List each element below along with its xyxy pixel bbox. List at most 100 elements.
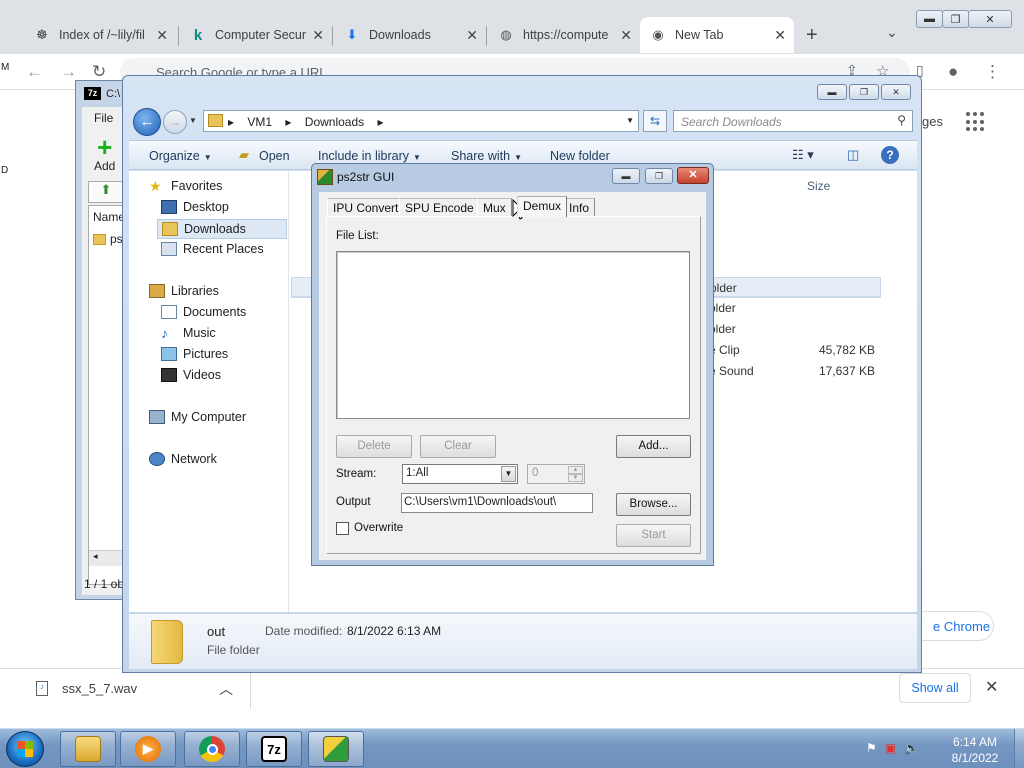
minimize-button[interactable]: ▬ xyxy=(817,84,847,100)
overwrite-label[interactable]: Overwrite xyxy=(354,522,403,534)
shortcut-label-partial[interactable]: ges xyxy=(922,114,943,129)
network-status-icon[interactable]: ▣ xyxy=(885,741,896,755)
taskbar-chrome[interactable] xyxy=(184,731,240,767)
back-arrow-icon[interactable]: ← xyxy=(26,62,43,82)
stream-index-stepper[interactable]: 0 ▲ ▼ xyxy=(527,464,585,484)
customize-chrome-button[interactable]: e Chrome xyxy=(910,611,994,641)
chrome-minimize-button[interactable]: ▬ xyxy=(916,10,943,28)
preview-pane-icon[interactable]: ◫ xyxy=(847,147,859,163)
new-tab-button[interactable]: + xyxy=(806,24,818,47)
volume-icon[interactable]: 🔈 xyxy=(904,741,919,755)
start-button[interactable] xyxy=(6,731,44,767)
tab-close-icon[interactable]: ✕ xyxy=(774,27,786,44)
nav-item-network[interactable]: Network xyxy=(149,452,217,466)
chrome-tab-newtab[interactable]: ◉ New Tab ✕ xyxy=(640,17,794,53)
chrome-tab-compute[interactable]: ◍ https://compute ✕ xyxy=(488,17,640,53)
browse-button[interactable]: Browse... xyxy=(616,493,691,516)
clear-button[interactable]: Clear xyxy=(420,435,496,458)
stream-select[interactable]: 1:All ▼ xyxy=(402,464,518,484)
share-with-button[interactable]: Share with ▼ xyxy=(451,149,522,163)
tab-spu-encode[interactable]: SPU Encode xyxy=(399,198,480,216)
tab-close-icon[interactable]: ✕ xyxy=(312,27,324,44)
recent-pages-dropdown-icon[interactable]: ▼ xyxy=(189,116,197,125)
nav-item-downloads[interactable]: Downloads xyxy=(157,219,287,239)
tab-mux[interactable]: Mux xyxy=(477,198,512,216)
action-center-flag-icon[interactable]: ⚑ xyxy=(866,741,877,755)
overwrite-checkbox[interactable] xyxy=(336,522,349,535)
spin-up-icon[interactable]: ▲ xyxy=(568,466,583,474)
help-icon[interactable]: ? xyxy=(881,146,899,164)
menu-file[interactable]: File xyxy=(94,111,113,125)
nav-item-desktop[interactable]: Desktop xyxy=(161,200,229,214)
maximize-button[interactable]: ❐ xyxy=(849,84,879,100)
tab-info[interactable]: Info xyxy=(563,198,596,216)
add-button[interactable]: + Add xyxy=(94,134,115,173)
system-clock[interactable]: 6:14 AM 8/1/2022 xyxy=(940,734,1010,766)
view-options-icon[interactable]: ☷ ▾ xyxy=(792,147,814,163)
menu-kebab-icon[interactable]: ⋮ xyxy=(984,62,1001,82)
forward-arrow-icon[interactable]: → xyxy=(60,62,77,82)
chevron-up-icon[interactable]: ︿ xyxy=(219,679,233,699)
download-item[interactable]: ♪ ssx_5_7.wav xyxy=(36,681,137,696)
chevron-down-icon: ▼ xyxy=(501,466,516,482)
taskbar-media-player[interactable]: ▶ xyxy=(120,731,176,767)
nav-item-documents[interactable]: Documents xyxy=(161,305,246,319)
nav-item-pictures[interactable]: Pictures xyxy=(161,347,228,361)
column-header-name[interactable]: Name xyxy=(93,210,125,224)
organize-button[interactable]: Organize ▼ xyxy=(149,149,212,163)
show-desktop-button[interactable] xyxy=(1014,729,1024,768)
tab-close-icon[interactable]: ✕ xyxy=(466,27,478,44)
forward-arrow-icon[interactable]: → xyxy=(163,110,187,134)
maximize-button[interactable]: ❐ xyxy=(645,168,673,184)
breadcrumb-vm1[interactable]: VM1 xyxy=(247,115,272,129)
chrome-tab-lily[interactable]: ☸ Index of /~lily/fil ✕ xyxy=(24,17,176,53)
nav-item-music[interactable]: ♪ Music xyxy=(161,326,216,340)
nav-item-my-computer[interactable]: My Computer xyxy=(149,410,246,424)
refresh-icon[interactable]: ⇆ xyxy=(643,110,667,132)
up-folder-icon[interactable]: ⬆ xyxy=(88,181,124,203)
include-in-library-button[interactable]: Include in library ▼ xyxy=(318,149,421,163)
nav-item-recent-places[interactable]: Recent Places xyxy=(161,242,264,256)
tab-close-icon[interactable]: ✕ xyxy=(156,27,168,44)
start-button[interactable]: Start xyxy=(616,524,691,547)
apps-grid-icon[interactable] xyxy=(966,112,986,132)
taskbar-ps2str[interactable] xyxy=(308,731,364,767)
column-header-size[interactable]: Size xyxy=(807,179,830,193)
chrome-tab-downloads[interactable]: ⬇ Downloads ✕ xyxy=(334,17,486,53)
back-arrow-icon[interactable]: ← xyxy=(133,108,161,136)
spin-down-icon[interactable]: ▼ xyxy=(568,474,583,482)
address-bar[interactable]: ▸ VM1 ▸ Downloads ▸ ▼ xyxy=(203,110,639,132)
nav-item-libraries[interactable]: Libraries xyxy=(149,284,219,298)
downloads-folder-icon xyxy=(162,222,178,236)
file-listbox[interactable] xyxy=(336,251,690,419)
tab-ipu-convert[interactable]: IPU Convert xyxy=(327,198,405,216)
add-button[interactable]: Add... xyxy=(616,435,691,458)
reload-icon[interactable]: ↻ xyxy=(92,62,106,82)
lily-favicon-icon: ☸ xyxy=(36,27,48,42)
profile-avatar-icon[interactable]: ● xyxy=(948,62,958,82)
taskbar-7zip[interactable]: 7z xyxy=(246,731,302,767)
details-type: File folder xyxy=(207,643,260,657)
tab-search-chevron-icon[interactable]: ⌄ xyxy=(886,24,898,41)
taskbar-explorer[interactable] xyxy=(60,731,116,767)
show-all-button[interactable]: Show all xyxy=(899,673,971,703)
chrome-tab-security[interactable]: k Computer Secur ✕ xyxy=(180,17,332,53)
chrome-close-button[interactable]: ✕ xyxy=(968,10,1012,28)
close-button[interactable]: ✕ xyxy=(881,84,911,100)
search-input[interactable]: Search Downloads ⚲ xyxy=(673,110,913,132)
delete-button[interactable]: Delete xyxy=(336,435,412,458)
chrome-maximize-button[interactable]: ❐ xyxy=(942,10,969,28)
address-dropdown-icon[interactable]: ▼ xyxy=(626,116,634,125)
close-button[interactable]: ✕ xyxy=(677,167,709,184)
tab-close-icon[interactable]: ✕ xyxy=(620,27,632,44)
ps2str-dialog[interactable]: ps2str GUI ▬ ❐ ✕ IPU Convert SPU Encode … xyxy=(311,163,714,566)
close-icon[interactable]: ✕ xyxy=(985,677,998,697)
output-path-field[interactable]: C:\Users\vm1\Downloads\out\ xyxy=(401,493,593,513)
tab-demux[interactable]: Demux xyxy=(517,196,568,217)
nav-item-favorites[interactable]: ★ Favorites xyxy=(149,179,222,193)
minimize-button[interactable]: ▬ xyxy=(612,168,640,184)
nav-item-videos[interactable]: Videos xyxy=(161,368,221,382)
open-button[interactable]: Open xyxy=(259,149,290,163)
new-folder-button[interactable]: New folder xyxy=(550,149,610,163)
breadcrumb-downloads[interactable]: Downloads xyxy=(305,115,364,129)
